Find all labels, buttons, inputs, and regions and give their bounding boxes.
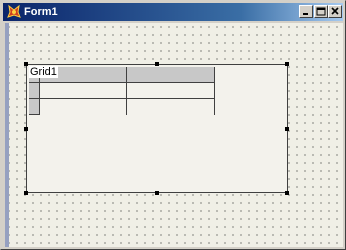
grid-fixed-row-cell[interactable] <box>29 99 40 115</box>
selection-handle-top-left[interactable] <box>24 62 28 66</box>
maximize-icon <box>316 7 326 16</box>
grid-fixed-row-cell[interactable] <box>29 83 40 99</box>
grid-cell[interactable] <box>40 83 127 99</box>
selection-handle-bottom-right[interactable] <box>285 191 289 195</box>
grid-fixed-header-cell[interactable] <box>127 67 215 83</box>
form-design-surface[interactable]: Grid1 <box>5 23 343 247</box>
selection-handle-middle-right[interactable] <box>285 127 289 131</box>
maximize-button[interactable] <box>314 5 328 18</box>
selection-handle-middle-left[interactable] <box>24 127 28 131</box>
selection-handle-bottom-left[interactable] <box>24 191 28 195</box>
component-name-label: Grid1 <box>29 66 58 78</box>
selection-handle-top-right[interactable] <box>285 62 289 66</box>
minimize-button[interactable] <box>299 5 313 18</box>
form-left-edge <box>5 23 9 247</box>
selection-handle-bottom-center[interactable] <box>155 191 159 195</box>
selection-handle-top-center[interactable] <box>155 62 159 66</box>
grid-cell[interactable] <box>127 83 215 99</box>
window-title: Form1 <box>24 6 58 18</box>
form-window: Form1 Grid1 <box>0 0 346 250</box>
delphi-app-icon[interactable] <box>6 4 22 20</box>
title-bar[interactable]: Form1 <box>3 3 343 21</box>
minimize-icon <box>303 13 308 15</box>
close-button[interactable] <box>328 5 342 18</box>
grid-cell[interactable] <box>127 99 215 115</box>
close-icon <box>331 7 339 15</box>
grid-component[interactable]: Grid1 <box>26 64 288 193</box>
grid-cell[interactable] <box>40 99 127 115</box>
